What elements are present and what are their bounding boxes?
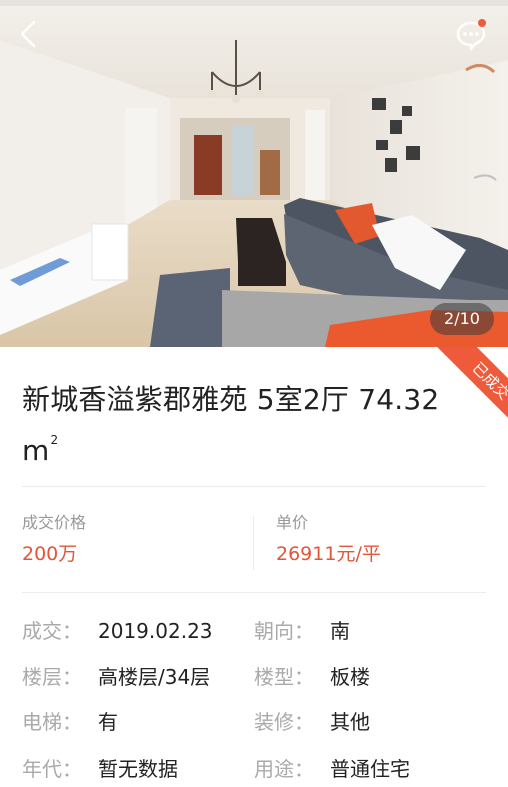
detail-key: 成交： [22, 619, 82, 643]
detail-value: 南 [330, 619, 350, 643]
chevron-left-icon [20, 20, 36, 48]
detail-key: 楼层： [22, 665, 82, 689]
detail-key: 用途： [254, 757, 314, 781]
unit-price-label: 单价 [276, 513, 309, 532]
deal-price-value: 200万 [22, 543, 78, 565]
detail-value: 暂无数据 [98, 757, 178, 781]
detail-value: 板楼 [330, 665, 370, 689]
deal-price-label: 成交价格 [22, 513, 87, 532]
detail-key: 装修： [254, 710, 314, 734]
detail-value: 2019.02.23 [98, 619, 213, 643]
deal-price-block: 成交价格 200万 [22, 512, 86, 568]
detail-orientation: 朝向： 南 [254, 617, 350, 645]
detail-key: 年代： [22, 757, 82, 781]
price-divider [22, 592, 486, 593]
unit-price-block: 单价 26911元/平 [276, 512, 381, 568]
detail-key: 楼型： [254, 665, 314, 689]
chat-button[interactable] [452, 16, 490, 54]
detail-value: 普通住宅 [330, 757, 410, 781]
detail-value: 高楼层/34层 [98, 665, 211, 689]
notification-dot [478, 19, 486, 27]
detail-elevator: 电梯： 有 [22, 708, 118, 736]
detail-year: 年代： 暂无数据 [22, 755, 178, 783]
title-divider [22, 486, 486, 487]
back-button[interactable] [14, 18, 46, 50]
detail-key: 朝向： [254, 619, 314, 643]
detail-value: 其他 [330, 710, 370, 734]
chat-bubble-icon [456, 19, 486, 51]
detail-floor: 楼层： 高楼层/34层 [22, 663, 210, 691]
listing-title: 新城香溢紫郡雅苑 5室2厅 74.32 m2 [22, 380, 468, 471]
listing-detail-screen: 2/10 已成交 新城香溢紫郡雅苑 5室2厅 74.32 m2 成交价格 200… [0, 0, 508, 787]
living-room-photo [0, 0, 508, 347]
detail-building-type: 楼型： 板楼 [254, 663, 370, 691]
detail-key: 电梯： [22, 710, 82, 734]
price-separator [253, 516, 254, 570]
listing-photo[interactable]: 2/10 [0, 0, 508, 347]
listing-title-text: 新城香溢紫郡雅苑 5室2厅 74.32 m [22, 383, 440, 467]
detail-deal-date: 成交： 2019.02.23 [22, 617, 213, 645]
photo-counter: 2/10 [430, 303, 494, 335]
unit-price-value: 26911元/平 [276, 543, 381, 565]
detail-usage: 用途： 普通住宅 [254, 755, 410, 783]
detail-decoration: 装修： 其他 [254, 708, 370, 736]
area-unit-superscript: 2 [50, 433, 59, 447]
detail-value: 有 [98, 710, 118, 734]
